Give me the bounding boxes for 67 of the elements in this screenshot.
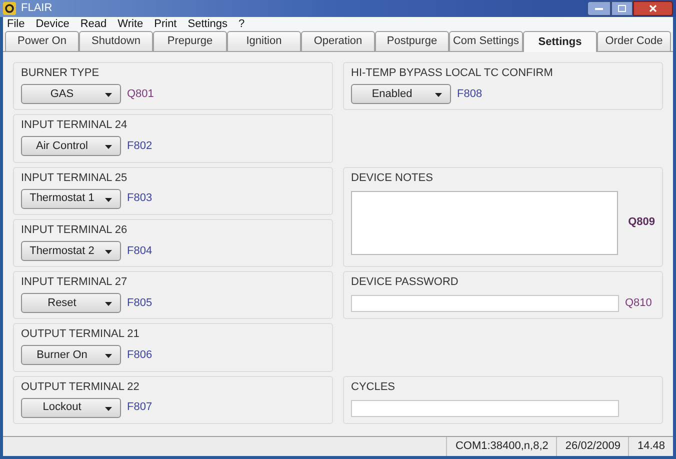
parameter-code: F802: [127, 139, 152, 154]
minimize-button[interactable]: [587, 1, 611, 16]
tab[interactable]: Shutdown: [79, 31, 153, 51]
parameter-code: F804: [127, 244, 152, 259]
dropdown[interactable]: Burner On: [21, 345, 121, 366]
group-title: OUTPUT TERMINAL 22: [21, 380, 140, 394]
parameter-code: Q801: [127, 86, 154, 102]
tab[interactable]: Com Settings: [449, 31, 523, 51]
status-panel: 14.48: [628, 437, 673, 456]
group-title: HI-TEMP BYPASS LOCAL TC CONFIRM: [351, 67, 553, 80]
parameter-code: F805: [127, 296, 152, 311]
dropdown[interactable]: Thermostat 1: [21, 188, 121, 209]
menu-item[interactable]: File: [7, 16, 25, 33]
window-title: FLAIR: [21, 1, 52, 16]
group-title: CYCLES: [351, 380, 396, 394]
caret-icon: [105, 250, 112, 254]
caret-icon: [105, 145, 112, 150]
tab[interactable]: Settings: [523, 31, 597, 52]
minimize-icon: [595, 8, 603, 10]
parameter-code: Q810: [625, 296, 652, 312]
dropdown[interactable]: GAS: [21, 84, 121, 104]
notes-field[interactable]: [351, 190, 618, 255]
app-logo-icon: [3, 2, 16, 15]
caret-icon: [105, 354, 112, 358]
dropdown[interactable]: Enabled: [351, 84, 451, 104]
close-icon: [649, 5, 657, 12]
group-title: INPUT TERMINAL 24: [21, 119, 128, 132]
menu-item[interactable]: ?: [238, 16, 245, 33]
group-title: INPUT TERMINAL 25: [21, 172, 128, 185]
menu-item[interactable]: Write: [118, 16, 144, 33]
dropdown[interactable]: Reset: [21, 293, 121, 314]
tab[interactable]: Prepurge: [153, 31, 227, 51]
tab[interactable]: Power On: [5, 31, 79, 51]
tab[interactable]: Ignition: [227, 31, 301, 51]
status-panel: COM1:38400,n,8,2: [446, 437, 556, 456]
menu-item[interactable]: Read: [80, 16, 107, 33]
group-title: DEVICE PASSWORD: [351, 276, 458, 290]
status-panel: 26/02/2009: [556, 437, 628, 456]
dropdown[interactable]: Lockout: [21, 398, 121, 418]
tab[interactable]: Order Code: [597, 31, 671, 51]
text-field[interactable]: [351, 400, 619, 417]
caret-icon: [435, 93, 442, 97]
close-button[interactable]: [633, 1, 673, 16]
parameter-code: F803: [127, 191, 152, 206]
text-field[interactable]: [351, 295, 619, 312]
parameter-code: F808: [457, 86, 482, 102]
maximize-icon: [618, 5, 626, 12]
group-title: OUTPUT TERMINAL 21: [21, 328, 140, 342]
tab[interactable]: Operation: [301, 31, 375, 51]
menu-item[interactable]: Device: [36, 16, 70, 33]
group-title: INPUT TERMINAL 26: [21, 224, 128, 237]
group-title: INPUT TERMINAL 27: [21, 276, 128, 290]
dropdown[interactable]: Air Control: [21, 136, 121, 156]
group-title: BURNER TYPE: [21, 67, 100, 80]
group-title: DEVICE NOTES: [351, 172, 433, 185]
caret-icon: [105, 93, 112, 97]
menu-item[interactable]: Settings: [188, 16, 228, 33]
maximize-button[interactable]: [611, 1, 633, 16]
menu-item[interactable]: Print: [154, 16, 177, 33]
caret-icon: [105, 406, 112, 411]
parameter-code: F807: [127, 400, 152, 416]
parameter-code: F806: [127, 348, 152, 364]
parameter-code: Q809: [628, 215, 655, 230]
tab[interactable]: Postpurge: [375, 31, 449, 51]
caret-icon: [105, 302, 112, 306]
caret-icon: [105, 198, 112, 202]
dropdown[interactable]: Thermostat 2: [21, 240, 121, 261]
